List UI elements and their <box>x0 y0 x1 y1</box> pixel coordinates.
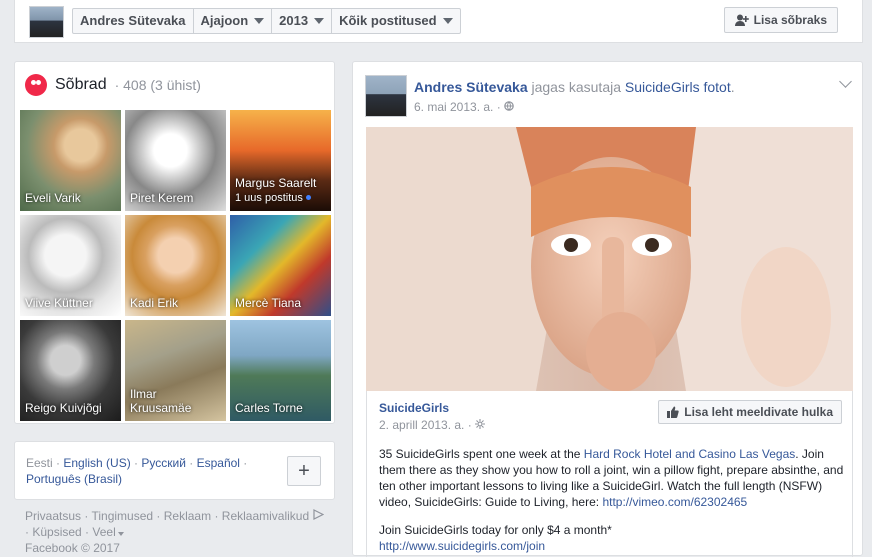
shared-meta: 2. aprill 2013. a. · <box>379 418 486 432</box>
like-page-label: Lisa leht meeldivate hulka <box>684 405 833 419</box>
language-link[interactable]: English (US) <box>63 456 130 470</box>
friend-name[interactable]: Margus Saarelt <box>235 176 316 190</box>
friend-name[interactable]: Kadi Erik <box>130 296 178 310</box>
friend-new-posts: 1 uus postitus <box>235 192 303 204</box>
crumb-label: Kõik postitused <box>339 13 437 28</box>
shared-photo[interactable] <box>366 127 853 391</box>
timeline-post: Andres Sütevaka jagas kasutaja SuicideGi… <box>352 61 863 557</box>
post-action: jagas kasutaja <box>531 79 622 95</box>
crumb-label: 2013 <box>279 13 309 28</box>
copyright: Facebook © 2017 <box>25 541 120 555</box>
language-link[interactable]: Español <box>197 456 240 470</box>
hotel-link[interactable]: Hard Rock Hotel and Casino Las Vegas <box>584 447 795 461</box>
language-link[interactable]: Português (Brasil) <box>26 472 122 486</box>
friend-name-block[interactable]: Ilmar Kruusamäe <box>130 387 220 415</box>
join-link[interactable]: http://www.suicidegirls.com/join <box>379 539 545 553</box>
post-target-link[interactable]: SuicideGirls fotot <box>625 79 731 95</box>
description-text: 35 SuicideGirls spent one week at the <box>379 447 584 461</box>
video-link[interactable]: http://vimeo.com/62302465 <box>602 495 747 509</box>
shared-content: SuicideGirls 2. aprill 2013. a. · Lisa l… <box>366 391 853 557</box>
post-author-link[interactable]: Andres Sütevaka <box>414 79 528 95</box>
friends-header: Sõbrad · 408 (3 ühist) <box>25 74 201 96</box>
footer-link[interactable]: Veel <box>92 525 115 539</box>
friend-tile[interactable]: Eveli Varik <box>20 110 121 211</box>
crumb-year[interactable]: 2013 <box>272 9 333 33</box>
friend-name[interactable]: Ilmar Kruusamäe <box>130 387 191 415</box>
language-list: Eesti · English (US) · Русский · Español… <box>26 456 248 486</box>
unread-dot-icon <box>305 195 311 201</box>
chevron-down-icon <box>117 532 124 536</box>
post-header: Andres Sütevaka jagas kasutaja SuicideGi… <box>414 79 735 95</box>
breadcrumb: Andres Sütevaka Ajajoon 2013 Kõik postit… <box>72 8 461 34</box>
crumb-timeline[interactable]: Ajajoon <box>194 9 273 33</box>
crumb-label: Ajajoon <box>200 13 249 28</box>
post-options-chevron-icon[interactable] <box>839 75 852 88</box>
footer-link[interactable]: Reklaamivalikud <box>222 509 309 523</box>
adchoices-icon <box>312 509 324 520</box>
friends-count: · 408 (3 ühist) <box>114 77 201 93</box>
footer-link[interactable]: Privaatsus <box>25 509 81 523</box>
crumb-label: Andres Sütevaka <box>80 13 186 28</box>
post-date[interactable]: 6. mai 2013. a. <box>414 100 493 114</box>
friend-tile[interactable]: Mercè Tiana <box>230 215 331 316</box>
profile-topbar: Andres Sütevaka Ajajoon 2013 Kõik postit… <box>14 0 863 43</box>
friend-tile[interactable]: Margus Saarelt 1 uus postitus <box>230 110 331 211</box>
crumb-filter[interactable]: Kõik postitused <box>332 9 460 33</box>
current-language: Eesti <box>26 456 53 470</box>
shared-description: 35 SuicideGirls spent one week at the Ha… <box>379 446 849 554</box>
friends-icon <box>25 74 47 96</box>
friends-grid: Eveli Varik Piret Kerem Margus Saarelt 1… <box>20 110 331 421</box>
friend-tile[interactable]: Piret Kerem <box>125 110 226 211</box>
join-text: Join SuicideGirls today for only $4 a mo… <box>379 523 612 537</box>
language-link[interactable]: Русский <box>141 456 186 470</box>
shared-page-link[interactable]: SuicideGirls <box>379 401 449 415</box>
friend-name[interactable]: Viive Küttner <box>25 296 93 310</box>
profile-avatar[interactable] <box>29 6 64 38</box>
friend-name-block[interactable]: Margus Saarelt 1 uus postitus <box>235 176 316 205</box>
post-author-avatar[interactable] <box>365 75 407 117</box>
footer-link[interactable]: Küpsised <box>32 525 81 539</box>
friend-name[interactable]: Mercè Tiana <box>235 296 301 310</box>
friends-card: Sõbrad · 408 (3 ühist) Eveli Varik Piret… <box>14 61 335 424</box>
more-languages-button[interactable]: + <box>287 456 321 486</box>
globe-icon[interactable] <box>504 101 514 111</box>
add-friend-label: Lisa sõbraks <box>753 13 827 27</box>
chevron-down-icon <box>314 18 325 24</box>
language-card: Eesti · English (US) · Русский · Español… <box>14 441 335 500</box>
footer-link[interactable]: Reklaam <box>164 509 211 523</box>
footer-link[interactable]: Tingimused <box>91 509 153 523</box>
friends-title[interactable]: Sõbrad <box>55 76 107 94</box>
post-meta: 6. mai 2013. a. · <box>414 100 514 114</box>
friend-tile[interactable]: Viive Küttner <box>20 215 121 316</box>
friend-tile[interactable]: Carles Torne <box>230 320 331 421</box>
shared-date[interactable]: 2. aprill 2013. a. <box>379 418 464 432</box>
thumbs-up-icon <box>667 406 679 418</box>
add-friend-button[interactable]: Lisa sõbraks <box>723 7 838 33</box>
like-page-button[interactable]: Lisa leht meeldivate hulka <box>658 400 842 424</box>
gear-icon <box>475 419 486 429</box>
chevron-down-icon <box>254 18 265 24</box>
chevron-down-icon <box>442 18 453 24</box>
add-friend-icon <box>734 14 749 26</box>
friend-tile[interactable]: Reigo Kuivjõgi <box>20 320 121 421</box>
plus-icon: + <box>298 459 310 482</box>
crumb-profile-name[interactable]: Andres Sütevaka <box>73 9 194 33</box>
friend-tile[interactable]: Kadi Erik <box>125 215 226 316</box>
friend-name[interactable]: Reigo Kuivjõgi <box>25 401 102 415</box>
friend-tile[interactable]: Ilmar Kruusamäe <box>125 320 226 421</box>
friend-name[interactable]: Piret Kerem <box>130 191 193 205</box>
friend-name[interactable]: Carles Torne <box>235 401 303 415</box>
friend-name[interactable]: Eveli Varik <box>25 191 81 205</box>
photo-image <box>366 127 853 391</box>
